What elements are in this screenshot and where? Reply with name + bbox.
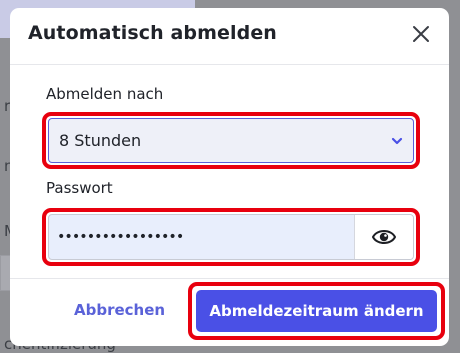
close-icon (413, 26, 429, 42)
logout-after-select[interactable]: 8 Stunden (48, 118, 414, 163)
password-field (48, 214, 414, 260)
cancel-button[interactable]: Abbrechen (74, 301, 165, 319)
dialog-title: Automatisch abmelden (28, 22, 277, 44)
eye-icon (372, 230, 396, 244)
logout-after-label: Abmelden nach (46, 85, 164, 103)
close-button[interactable] (411, 24, 431, 44)
footer-divider (10, 278, 449, 279)
header-divider (10, 64, 449, 65)
auto-logout-dialog: Automatisch abmelden Abmelden nach 8 Stu… (10, 8, 449, 346)
chevron-down-icon (391, 137, 403, 145)
change-logout-period-button[interactable]: Abmeldezeitraum ändern (196, 290, 437, 332)
password-label: Passwort (46, 179, 113, 197)
logout-after-value: 8 Stunden (59, 131, 142, 150)
show-password-button[interactable] (354, 215, 413, 259)
password-input[interactable] (49, 215, 355, 259)
